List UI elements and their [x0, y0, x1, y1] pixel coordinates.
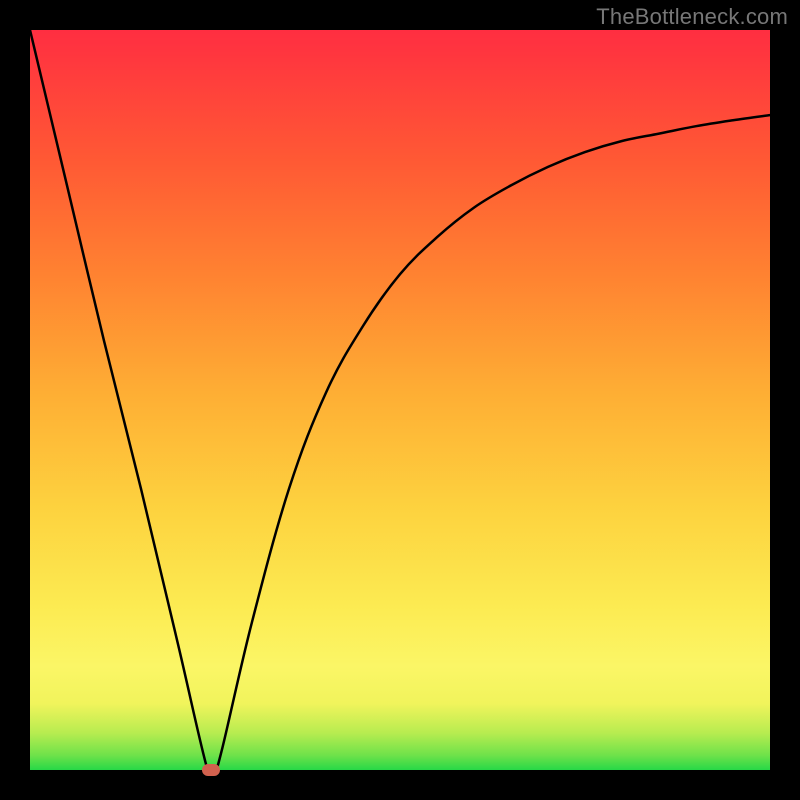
watermark-text: TheBottleneck.com	[596, 4, 788, 30]
bottleneck-curve	[30, 30, 770, 770]
plot-area	[30, 30, 770, 770]
curve-path	[30, 30, 770, 770]
optimal-marker	[202, 764, 220, 776]
chart-frame: TheBottleneck.com	[0, 0, 800, 800]
